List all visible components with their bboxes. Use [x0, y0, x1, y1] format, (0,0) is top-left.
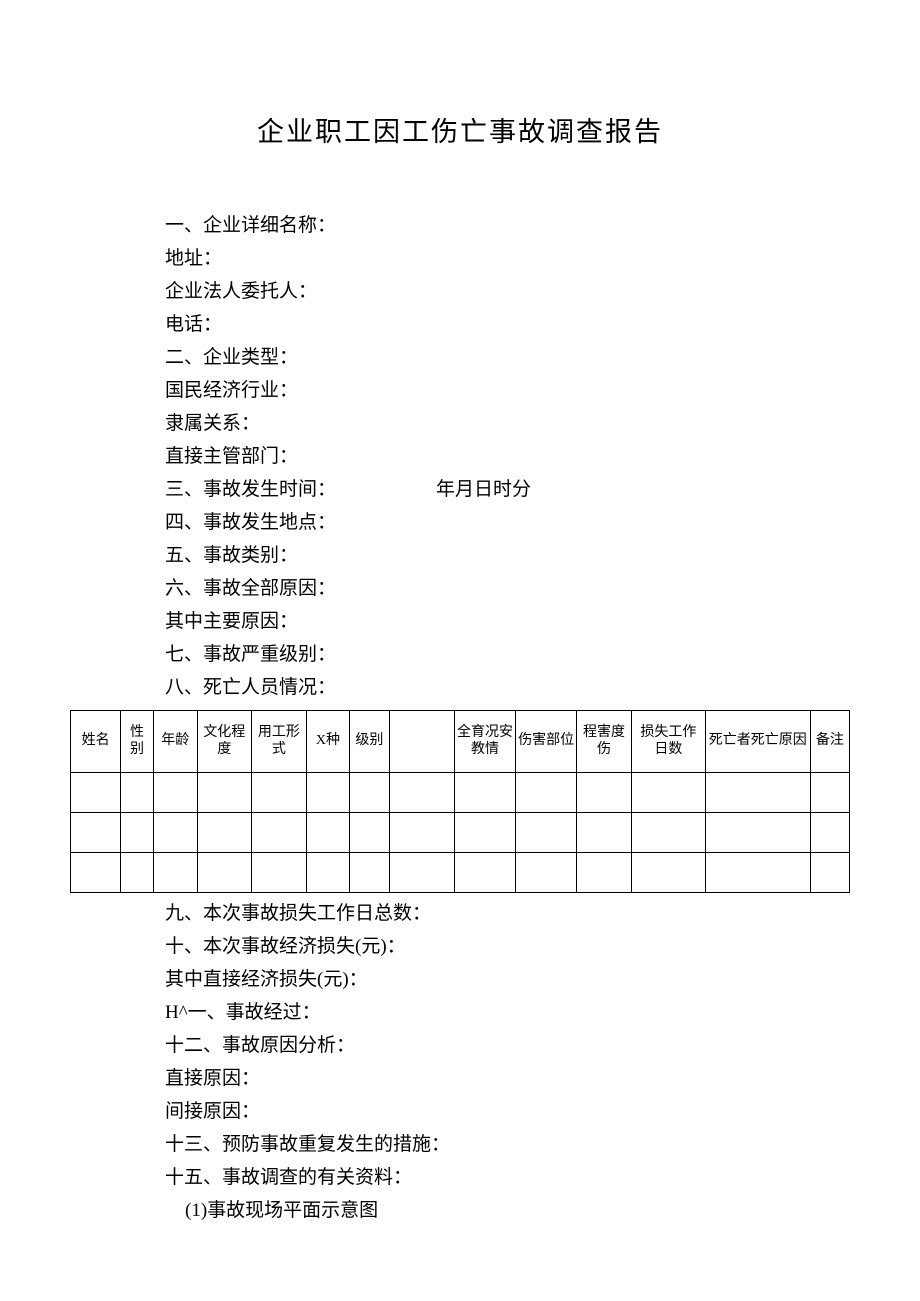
line-company-name: 一、企业详细名称： [165, 209, 850, 242]
line-lost-days-total: 九、本次事故损失工作日总数： [165, 897, 850, 930]
th-education: 文化程度 [197, 711, 252, 773]
document-body: 一、企业详细名称： 地址： 企业法人委托人： 电话： 二、企业类型： 国民经济行… [70, 209, 850, 704]
table-header-row: 姓名 性别 年龄 文化程度 用工形式 X种 级别 全育况安教情 伤害部位 程害度… [71, 711, 850, 773]
line-company-type: 二、企业类型： [165, 341, 850, 374]
casualty-table: 姓名 性别 年龄 文化程度 用工形式 X种 级别 全育况安教情 伤害部位 程害度… [70, 710, 850, 893]
document-body-lower: 九、本次事故损失工作日总数： 十、本次事故经济损失(元)： 其中直接经济损失(元… [70, 897, 850, 1227]
line-economic-loss: 十、本次事故经济损失(元)： [165, 930, 850, 963]
th-level: 级别 [350, 711, 389, 773]
th-xtype: X种 [306, 711, 350, 773]
table-row [71, 853, 850, 893]
line-main-cause: 其中主要原因： [165, 605, 850, 638]
line-accident-category: 五、事故类别： [165, 539, 850, 572]
line-direct-cause: 直接原因： [165, 1062, 850, 1095]
th-blank [389, 711, 454, 773]
line-industry: 国民经济行业： [165, 374, 850, 407]
line-cause-analysis: 十二、事故原因分析： [165, 1029, 850, 1062]
line-accident-time: 三、事故发生时间： 年月日时分 [165, 473, 850, 506]
th-lost-days: 损失工作日数 [631, 711, 705, 773]
line-severity: 七、事故严重级别： [165, 638, 850, 671]
line-direct-loss: 其中直接经济损失(元)： [165, 963, 850, 996]
th-age: 年龄 [153, 711, 197, 773]
line-accident-process: H^一、事故经过： [165, 996, 850, 1029]
line-casualty-heading: 八、死亡人员情况： [165, 671, 850, 704]
table-row [71, 813, 850, 853]
line-affiliation: 隶属关系： [165, 407, 850, 440]
th-name: 姓名 [71, 711, 121, 773]
line-legal-rep: 企业法人委托人： [165, 275, 850, 308]
th-injury-part: 伤害部位 [516, 711, 577, 773]
line-investigation-materials: 十五、事故调查的有关资料： [165, 1161, 850, 1194]
th-remark: 备注 [810, 711, 849, 773]
th-death-cause: 死亡者死亡原因 [705, 711, 810, 773]
time-value: 年月日时分 [436, 473, 531, 506]
table-row [71, 773, 850, 813]
line-address: 地址： [165, 242, 850, 275]
line-accident-location: 四、事故发生地点： [165, 506, 850, 539]
line-phone: 电话： [165, 308, 850, 341]
th-safety-edu: 全育况安教情 [455, 711, 516, 773]
th-injury-degree: 程害度伤 [577, 711, 632, 773]
line-accident-all-causes: 六、事故全部原因： [165, 572, 850, 605]
line-department: 直接主管部门： [165, 440, 850, 473]
line-prevention: 十三、预防事故重复发生的措施： [165, 1128, 850, 1161]
time-label: 三、事故发生时间： [165, 473, 336, 506]
document-title: 企业职工因工伤亡事故调查报告 [70, 110, 850, 149]
line-indirect-cause: 间接原因： [165, 1095, 850, 1128]
th-gender: 性别 [121, 711, 154, 773]
line-scene-diagram: (1)事故现场平面示意图 [165, 1194, 850, 1227]
th-employment: 用工形式 [252, 711, 307, 773]
